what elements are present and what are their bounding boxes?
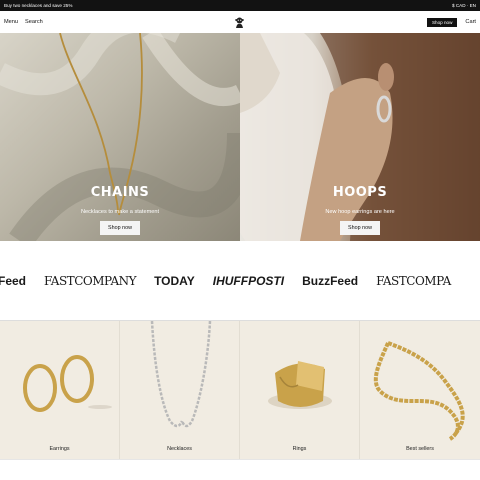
- gold-curb-chain-image: [373, 341, 465, 441]
- category-rings[interactable]: Rings: [240, 321, 360, 459]
- category-rings-label: Rings: [292, 446, 307, 452]
- footer-strip: [0, 459, 480, 480]
- hero-hoops-title: HOOPS: [332, 185, 388, 200]
- menu-button[interactable]: Menu: [4, 19, 18, 25]
- category-necklaces[interactable]: Necklaces: [120, 321, 240, 459]
- press-logo-buzzfeed-partial: zFeed: [0, 274, 27, 288]
- category-grid: Earrings Necklaces Rings Best sellers: [0, 321, 480, 459]
- hero-hoops-caption: HOOPS New hoop earrings are here Shop no…: [240, 185, 480, 235]
- press-logo-huffpost: IHUFFPOSTI: [212, 274, 285, 288]
- hero-hoops-subtitle: New hoop earrings are here: [325, 209, 395, 215]
- press-logo-strip: zFeed FASTCOMPANY TODAY IHUFFPOSTI BuzzF…: [0, 241, 480, 321]
- hero-chains[interactable]: CHAINS Necklaces to make a statement Sho…: [0, 33, 240, 241]
- announcement-bar: Buy two necklaces and save 25% $ CAD · E…: [0, 0, 480, 11]
- category-best-sellers[interactable]: Best sellers: [360, 321, 480, 459]
- hero-chains-title: CHAINS: [90, 185, 150, 200]
- cart-button[interactable]: Cart: [465, 19, 476, 25]
- hero-hoops[interactable]: HOOPS New hoop earrings are here Shop no…: [240, 33, 480, 241]
- gold-hoop-earrings-image: [23, 355, 112, 412]
- search-button[interactable]: Search: [25, 19, 43, 25]
- header-shop-now-button[interactable]: Shop now: [426, 17, 458, 27]
- hero-chains-subtitle: Necklaces to make a statement: [80, 209, 160, 215]
- press-logo-fastcompany: FASTCOMPANY: [44, 274, 137, 288]
- press-logo-fastcompany-partial: FASTCOMPA: [376, 274, 451, 288]
- hero-chains-caption: CHAINS Necklaces to make a statement Sho…: [0, 185, 240, 235]
- press-logo-today: TODAY: [154, 274, 195, 288]
- press-logo-buzzfeed: BuzzFeed: [302, 274, 359, 288]
- site-header: Menu Search Shop now Cart: [0, 11, 480, 33]
- category-earrings-label: Earrings: [49, 446, 70, 452]
- category-best-sellers-label: Best sellers: [406, 446, 434, 452]
- silver-chain-necklace-image: [150, 321, 212, 428]
- announcement-text: Buy two necklaces and save 25%: [4, 3, 73, 8]
- gold-signet-ring-image: [268, 361, 332, 409]
- currency-language-selector[interactable]: $ CAD · EN: [452, 3, 476, 8]
- monkey-logo-icon[interactable]: [233, 16, 246, 29]
- hero-chains-shop-button[interactable]: Shop now: [100, 221, 140, 235]
- category-earrings[interactable]: Earrings: [0, 321, 120, 459]
- hero-hoops-shop-button[interactable]: Shop now: [340, 221, 380, 235]
- category-necklaces-label: Necklaces: [167, 446, 192, 452]
